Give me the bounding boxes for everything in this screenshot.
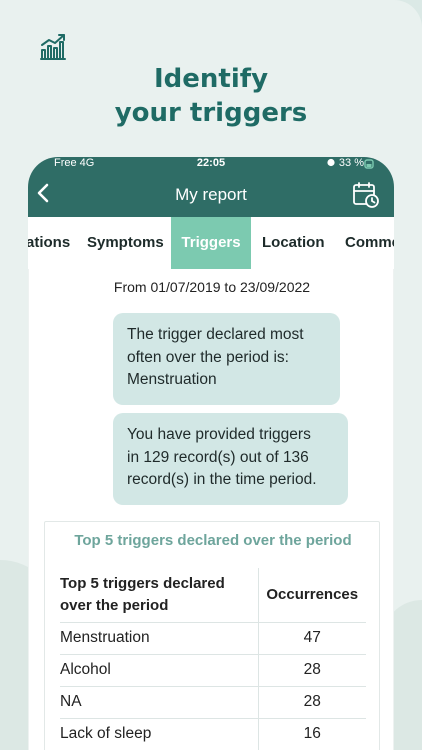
- tab-comments[interactable]: Comme: [345, 217, 394, 269]
- tab-location[interactable]: Location: [262, 217, 342, 269]
- bubble-text-line: often over the period is:: [127, 348, 289, 366]
- status-battery: 33 %: [326, 157, 364, 169]
- screen-title: My report: [175, 185, 247, 204]
- page-headline: Identify your triggers: [0, 62, 422, 130]
- trigger-name: Menstruation: [60, 622, 258, 655]
- trigger-name: Alcohol: [60, 654, 258, 687]
- column-header-trigger: Top 5 triggers declared over the period: [60, 568, 258, 623]
- report-period: From 01/07/2019 to 23/09/2022: [113, 279, 311, 295]
- trigger-count: 28: [257, 654, 366, 687]
- calendar-clock-icon[interactable]: [352, 181, 380, 209]
- tab-label: Comme: [345, 234, 394, 251]
- triggers-table: Top 5 triggers declared over the period …: [60, 568, 366, 750]
- headline-line-2: your triggers: [114, 98, 308, 128]
- headline-line-1: Identify: [153, 64, 269, 94]
- chart-growth-icon: [40, 34, 66, 60]
- tab-label: Triggers: [181, 234, 241, 251]
- battery-level: 33 %: [338, 157, 364, 169]
- summary-bubble-top-trigger: The trigger declared most often over the…: [113, 313, 340, 405]
- trigger-count: 16: [257, 718, 366, 750]
- tab-medications[interactable]: ations: [28, 217, 74, 269]
- tab-label: Symptoms: [87, 234, 164, 251]
- trigger-name: Lack of sleep: [60, 718, 258, 750]
- trigger-name: NA: [60, 686, 258, 719]
- bubble-text-line: The trigger declared most: [127, 326, 304, 343]
- report-panel: From 01/07/2019 to 23/09/2022 The trigge…: [28, 269, 394, 750]
- table-row: Menstruation 47: [60, 622, 366, 655]
- bubble-text-line: record(s) in the time period.: [127, 471, 317, 488]
- column-header-occurrences: Occurrences: [257, 568, 366, 623]
- status-bar: Free 4G 22:05 33 %: [28, 157, 394, 171]
- table-row: Alcohol 28: [60, 654, 366, 687]
- battery-icon: [364, 159, 374, 169]
- alarm-icon: [327, 158, 335, 167]
- trigger-count: 47: [257, 622, 366, 655]
- phone-screen: Free 4G 22:05 33 % My report ations Symp…: [28, 157, 394, 750]
- bubble-text-line: You have provided triggers: [127, 426, 311, 443]
- table-title: Top 5 triggers declared over the period: [74, 532, 352, 549]
- tab-bar: ations Symptoms Triggers Location Comme: [28, 217, 394, 269]
- table-row: Lack of sleep 16: [60, 718, 366, 750]
- tab-triggers[interactable]: Triggers: [171, 217, 251, 269]
- app-header: Free 4G 22:05 33 % My report: [28, 157, 394, 217]
- triggers-table-card: Top 5 triggers declared over the period …: [44, 521, 380, 750]
- tab-symptoms[interactable]: Symptoms: [87, 217, 177, 269]
- bubble-text-line: Menstruation: [127, 371, 217, 388]
- report-content: From 01/07/2019 to 23/09/2022 The trigge…: [28, 269, 394, 750]
- summary-bubble-record-count: You have provided triggers in 129 record…: [113, 413, 348, 505]
- table-row: NA 28: [60, 686, 366, 719]
- trigger-count: 28: [257, 686, 366, 719]
- column-header-line: Top 5 triggers declared: [60, 574, 225, 592]
- bubble-text-line: in 129 record(s) out of 136: [127, 448, 309, 466]
- tab-label: ations: [28, 234, 71, 251]
- tab-label: Location: [262, 234, 325, 251]
- table-header-row: Top 5 triggers declared over the period …: [60, 568, 366, 623]
- column-header-line: over the period: [60, 596, 169, 614]
